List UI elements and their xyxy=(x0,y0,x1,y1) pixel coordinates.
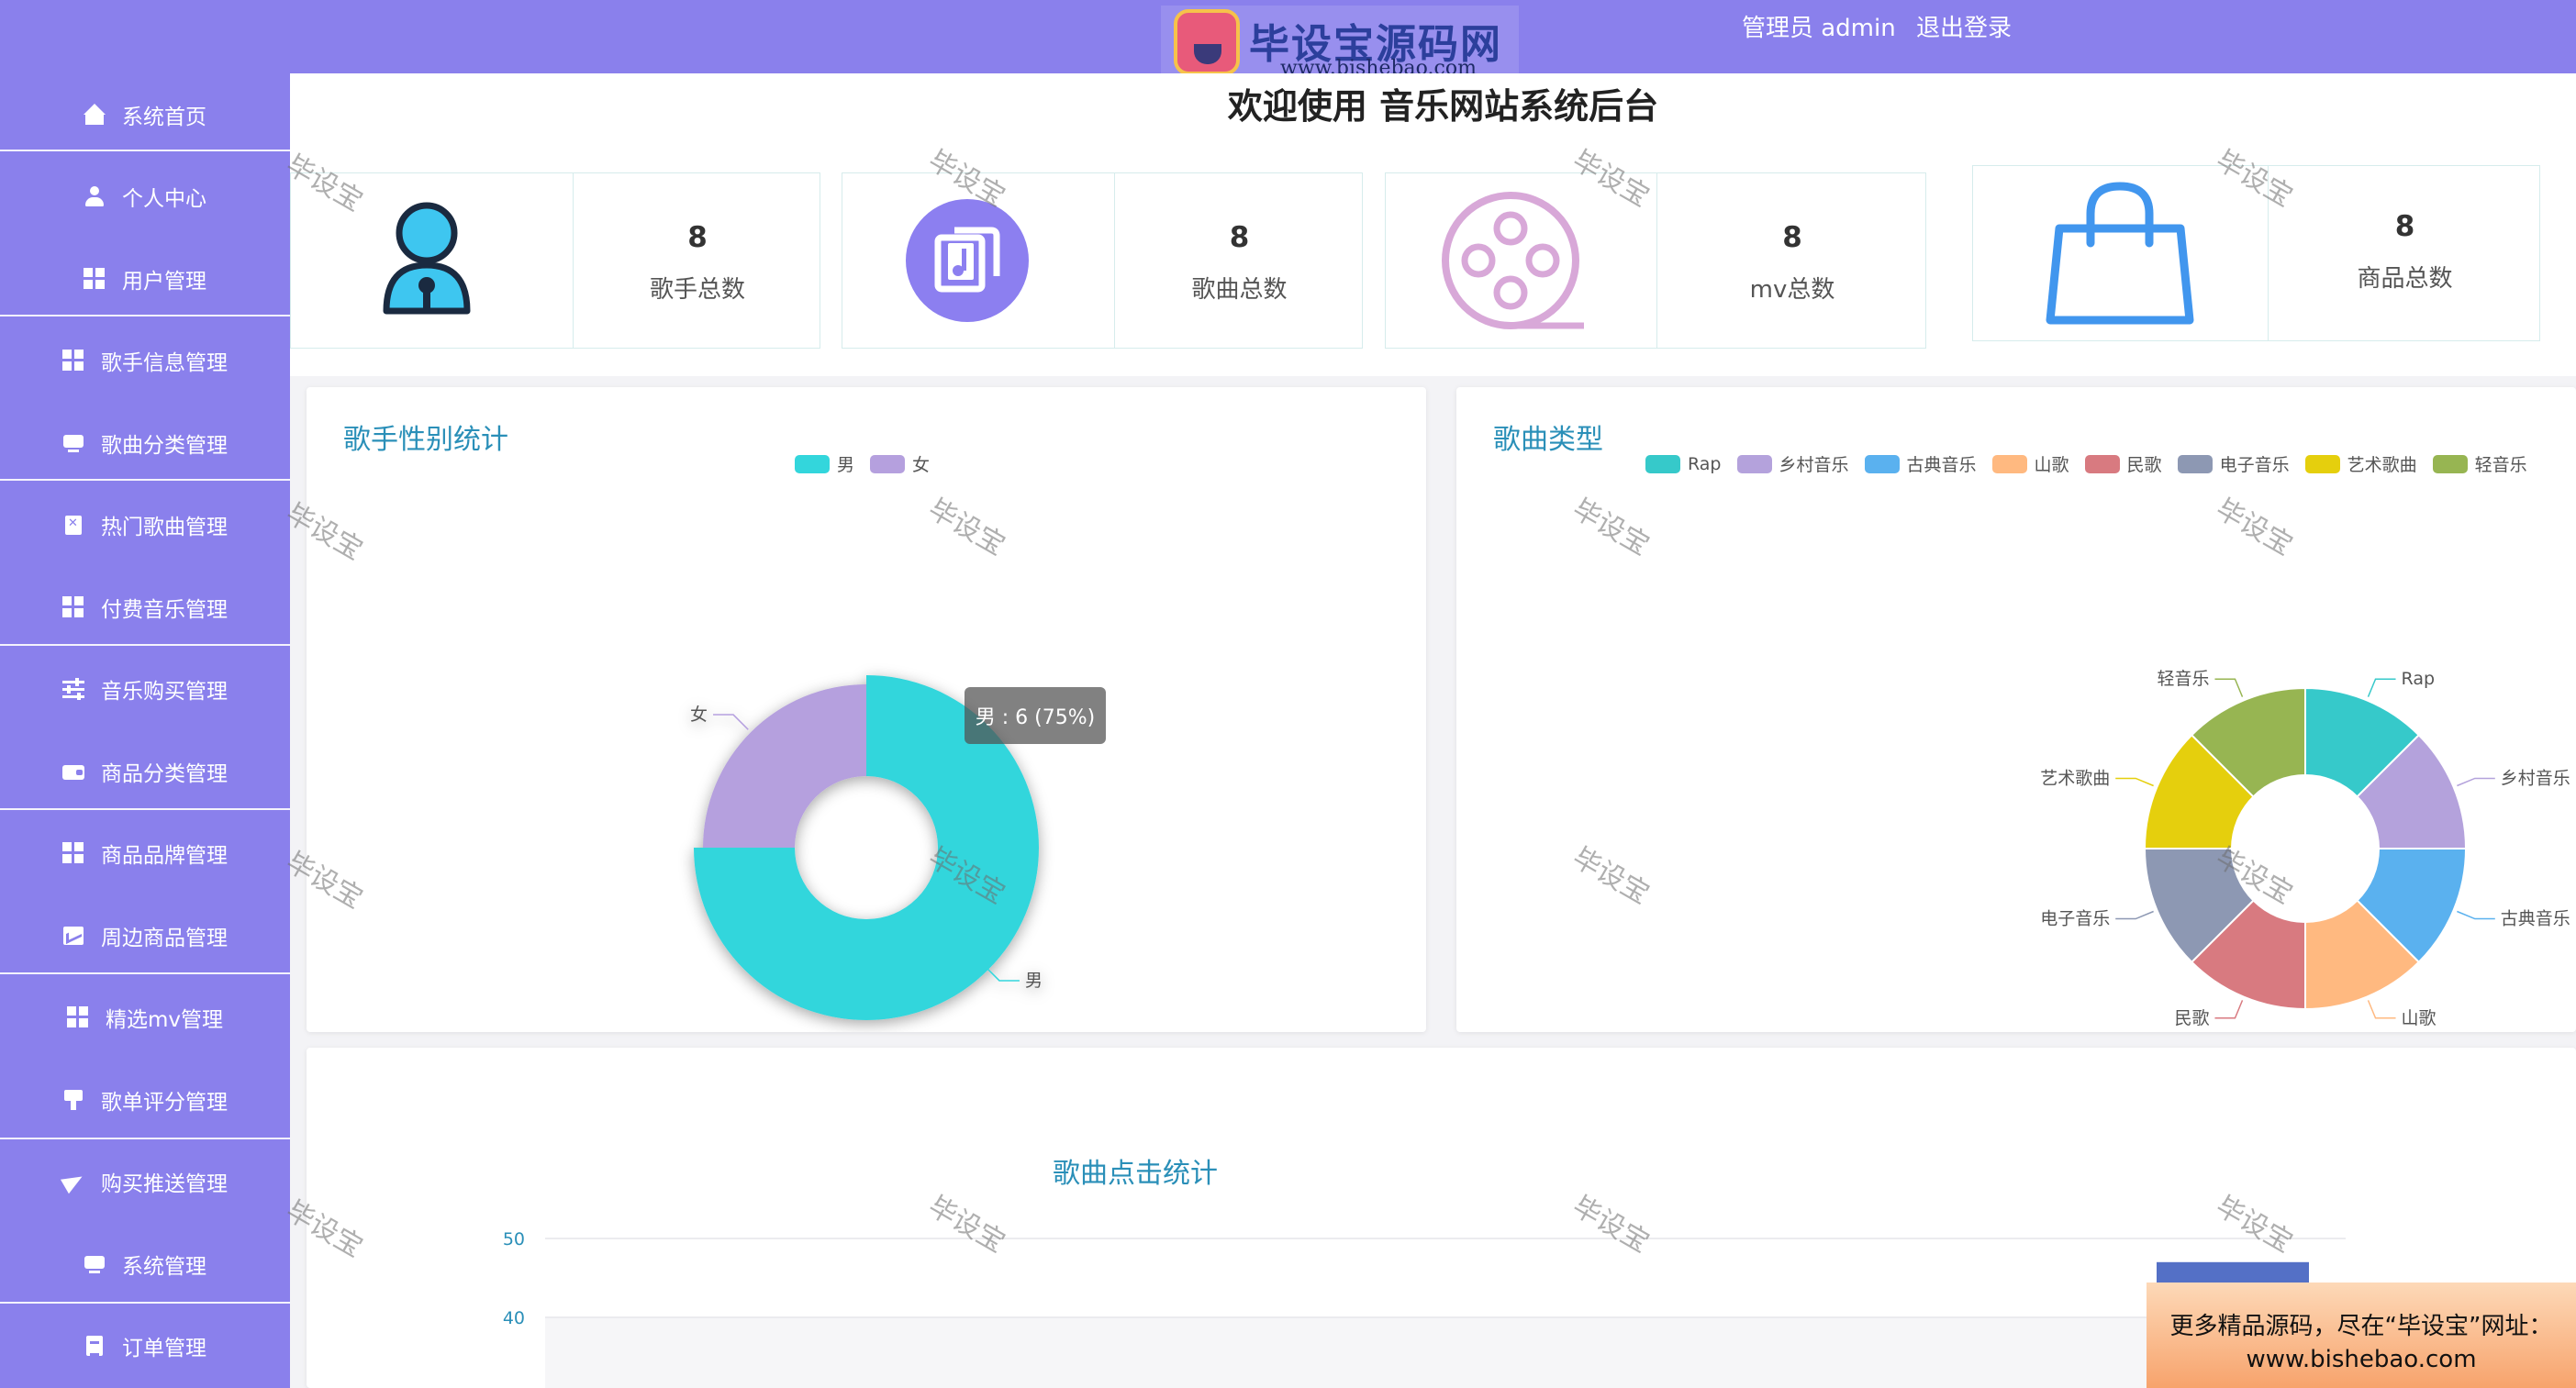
main-content: 欢迎使用 音乐网站系统后台 8 歌手总数 8 歌曲总数 8 mv总数 8 商品总… xyxy=(290,73,2576,1388)
stat-text-box: 8 mv总数 xyxy=(1657,173,1927,348)
sidebar-item-song-categories[interactable]: 歌曲分类管理 xyxy=(0,402,290,483)
sidebar-item-merchandise[interactable]: 周边商品管理 xyxy=(0,894,290,976)
grid-icon xyxy=(84,267,106,290)
genre-chart-panel: 歌曲类型 Rap 乡村音乐 古典音乐 山歌 民歌 电子音乐 艺术歌曲 轻音乐 Rap 乡村音乐古… xyxy=(1456,387,2576,1032)
pie-slice xyxy=(703,684,866,848)
slice-label: 轻音乐 xyxy=(2157,669,2209,689)
sidebar-item-orders[interactable]: 订单管理 xyxy=(0,1305,290,1386)
stat-card-songs: 8 歌曲总数 xyxy=(842,172,1363,349)
admin-username: 管理员 admin xyxy=(1741,15,1896,42)
sidebar-item-product-brands[interactable]: 商品品牌管理 xyxy=(0,812,290,894)
sidebar-item-users[interactable]: 用户管理 xyxy=(0,238,290,319)
sidebar-item-playlist-ratings[interactable]: 歌单评分管理 xyxy=(0,1059,290,1140)
slice-label: 女 xyxy=(690,705,708,725)
grid-icon xyxy=(66,1005,89,1028)
stat-label: mv总数 xyxy=(1749,276,1835,304)
slice-label: 山歌 xyxy=(2402,1008,2437,1028)
stat-card-mv: 8 mv总数 xyxy=(1385,172,1926,349)
ad-url: www.bishebao.com xyxy=(2246,1346,2477,1373)
screen-icon xyxy=(84,1253,106,1275)
music-library-icon xyxy=(906,199,1029,322)
stat-card-products: 8 商品总数 xyxy=(1972,165,2540,341)
stat-icon-box xyxy=(1973,166,2269,340)
gender-chart-panel: 歌手性别统计 男 女 男女 xyxy=(307,387,1426,1032)
brush-icon xyxy=(62,1089,84,1111)
chart-icon xyxy=(62,925,84,947)
stat-icon-box xyxy=(291,173,574,348)
ad-text-line: 更多精品源码，尽在“毕设宝”网址： xyxy=(2169,1313,2553,1340)
slice-label-line xyxy=(2214,678,2244,697)
gender-donut-chart[interactable]: 男女 xyxy=(307,387,1426,1032)
slice-label-line xyxy=(2457,777,2495,787)
stat-value: 8 xyxy=(687,221,708,254)
stat-text-box: 8 歌曲总数 xyxy=(1115,173,1364,348)
top-navbar: 毕设宝源码网 www.bishebao.com 管理员 admin 退出登录 xyxy=(0,0,2576,80)
grid-band xyxy=(545,1317,2346,1388)
sidebar-item-paid-music[interactable]: 付费音乐管理 xyxy=(0,566,290,648)
film-reel-icon xyxy=(1442,192,1584,329)
slice-label-line xyxy=(2457,910,2495,920)
grid-icon xyxy=(62,595,84,618)
slice-label-line xyxy=(2115,777,2154,787)
sidebar-item-singers[interactable]: 歌手信息管理 xyxy=(0,319,290,401)
slice-label: 艺术歌曲 xyxy=(2040,768,2110,788)
brand-logo-icon xyxy=(1174,9,1240,75)
stat-label: 歌曲总数 xyxy=(1191,276,1288,304)
stat-value: 8 xyxy=(2394,210,2415,243)
slice-label: 民歌 xyxy=(2174,1008,2209,1028)
stat-icon-box xyxy=(1386,173,1657,348)
y-tick-label: 50 xyxy=(503,1229,525,1249)
sidebar-item-system[interactable]: 系统管理 xyxy=(0,1223,290,1305)
sidebar-item-profile[interactable]: 个人中心 xyxy=(0,155,290,237)
document-icon xyxy=(84,1335,106,1357)
logout-link[interactable]: 退出登录 xyxy=(1916,15,2012,42)
slice-label: 乡村音乐 xyxy=(2501,768,2570,788)
chart-tooltip: 男 : 6 (75%) xyxy=(965,687,1106,744)
welcome-section: 欢迎使用 音乐网站系统后台 8 歌手总数 8 歌曲总数 8 mv总数 8 商品总… xyxy=(290,73,2576,376)
slice-label: 男 xyxy=(1025,971,1043,991)
singer-icon xyxy=(383,202,471,315)
stat-card-singers: 8 歌手总数 xyxy=(290,172,820,349)
slice-label-line xyxy=(713,714,749,730)
slice-label: 电子音乐 xyxy=(2040,909,2110,929)
home-icon xyxy=(84,103,106,126)
slice-label-line xyxy=(2214,1000,2244,1019)
stat-label: 歌手总数 xyxy=(649,276,745,304)
stat-text-box: 8 商品总数 xyxy=(2269,166,2541,340)
sidebar-item-hot-songs[interactable]: 热门歌曲管理 xyxy=(0,483,290,565)
slice-label: 古典音乐 xyxy=(2501,909,2570,929)
paper-plane-icon xyxy=(62,1171,84,1193)
sidebar-item-product-categories[interactable]: 商品分类管理 xyxy=(0,730,290,812)
slice-label-line xyxy=(2367,678,2396,697)
sliders-icon xyxy=(62,677,84,700)
sidebar-item-purchase-push[interactable]: 购买推送管理 xyxy=(0,1140,290,1222)
sidebar-item-featured-mv[interactable]: 精选mv管理 xyxy=(0,976,290,1058)
slice-label-line xyxy=(2115,910,2154,920)
stat-label: 商品总数 xyxy=(2357,265,2453,293)
y-tick-label: 40 xyxy=(503,1308,525,1328)
ad-banner[interactable]: 更多精品源码，尽在“毕设宝”网址： www.bishebao.com xyxy=(2147,1283,2576,1388)
grid-icon xyxy=(62,841,84,864)
sidebar-item-music-purchases[interactable]: 音乐购买管理 xyxy=(0,648,290,729)
genre-donut-chart[interactable]: Rap 乡村音乐古典音乐山歌 民歌 电子音乐 艺术歌曲 轻音乐 xyxy=(1456,387,2576,1032)
shopping-bag-icon xyxy=(2046,182,2194,325)
stat-value: 8 xyxy=(1229,221,1250,254)
clipboard-icon xyxy=(62,514,84,536)
screen-icon xyxy=(62,432,84,454)
user-info: 管理员 admin 退出登录 xyxy=(1729,9,2012,43)
stat-value: 8 xyxy=(1782,221,1802,254)
sidebar-item-home[interactable]: 系统首页 xyxy=(0,73,290,155)
grid-icon xyxy=(62,349,84,372)
sidebar-menu: 系统首页 个人中心 用户管理 歌手信息管理 歌曲分类管理 热门歌曲管理 付费音乐… xyxy=(0,73,290,1388)
page-title: 欢迎使用 音乐网站系统后台 xyxy=(1227,86,1659,127)
stat-icon-box xyxy=(842,173,1115,348)
stat-text-box: 8 歌手总数 xyxy=(574,173,821,348)
brand-watermark-logo: 毕设宝源码网 www.bishebao.com xyxy=(1161,6,1519,80)
slice-label: Rap xyxy=(2402,669,2436,689)
wallet-icon xyxy=(62,761,84,783)
slice-label-line xyxy=(2367,1000,2396,1019)
user-icon xyxy=(84,185,106,207)
